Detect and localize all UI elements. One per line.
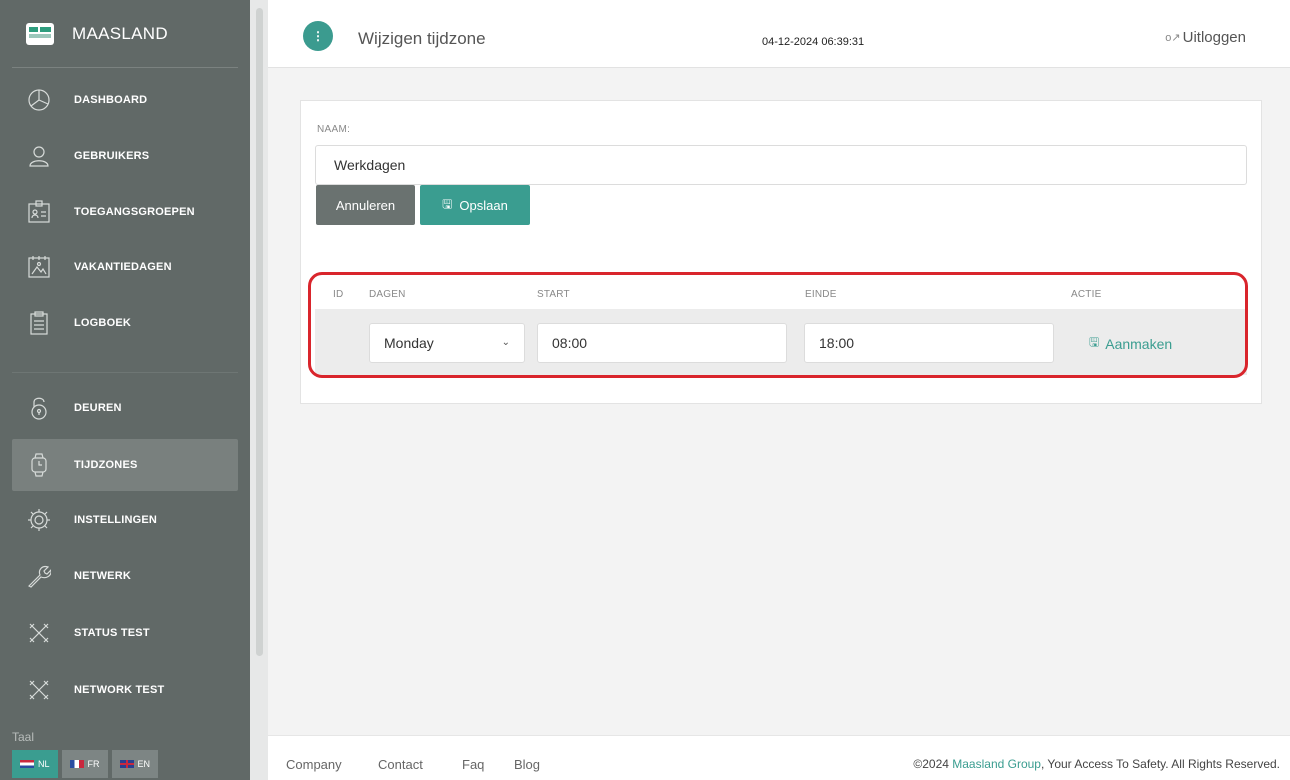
sidebar-item-network-test[interactable]: NETWORK TEST [12,664,238,716]
sidebar-item-logboek[interactable]: LOGBOEK [12,297,238,349]
language-fr-button[interactable]: FR [61,750,108,778]
footer: Company Contact Faq Blog ©2024 Maasland … [268,735,1290,780]
day-select[interactable]: Monday ⌄ [369,323,525,363]
sidebar-item-gebruikers[interactable]: GEBRUIKERS [12,130,238,182]
naam-input[interactable]: Werkdagen [315,145,1247,185]
language-en-button[interactable]: EN [111,750,159,778]
tools-icon [26,677,52,703]
copyright: ©2024 Maasland Group, Your Access To Saf… [913,757,1280,771]
cancel-button[interactable]: Annuleren [316,185,415,225]
calendar-icon [26,254,52,280]
sidebar-item-status-test[interactable]: STATUS TEST [12,607,238,659]
footer-link-faq[interactable]: Faq [462,757,484,772]
sidebar-item-label: TIJDZONES [74,459,138,471]
current-datetime: 04-12-2024 06:39:31 [762,36,865,48]
column-header-dagen: DAGEN [369,289,406,300]
naam-label: NAAM: [317,124,351,135]
sidebar-item-label: INSTELLINGEN [74,514,158,526]
sidebar-item-label: NETWORK TEST [74,684,165,696]
language-code: EN [137,759,151,769]
more-vertical-icon: ⋮ [312,29,324,43]
day-select-value: Monday [384,335,434,351]
sidebar-item-label: DEUREN [74,402,122,414]
brand-name: MAASLAND [72,23,168,43]
language-nl-button[interactable]: NL [12,750,58,778]
sidebar-item-label: VAKANTIEDAGEN [74,261,172,273]
column-header-einde: EINDE [805,289,837,300]
footer-link-company[interactable]: Company [286,757,342,772]
end-time-input[interactable]: 18:00 [804,323,1054,363]
start-time-input[interactable]: 08:00 [537,323,787,363]
sidebar: MAASLAND DASHBOARD GEBRUIKERS TOEGANGSGR… [0,0,250,780]
column-header-id: ID [333,289,344,300]
table-row: Monday ⌄ 08:00 18:00 🖫 Aanmaken [315,309,1247,375]
fr-flag-icon [69,760,84,768]
language-code: FR [87,759,100,769]
aanmaken-label: Aanmaken [1105,335,1173,352]
sidebar-item-label: STATUS TEST [74,627,150,639]
sidebar-item-instellingen[interactable]: INSTELLINGEN [12,494,238,546]
copyright-suffix: , Your Access To Safety. All Rights Rese… [1040,757,1280,771]
copyright-prefix: ©2024 [913,757,953,771]
wrench-icon [26,563,52,589]
column-header-start: START [537,289,570,300]
sidebar-item-netwerk[interactable]: NETWERK [12,550,238,602]
brand[interactable]: MAASLAND [12,0,238,68]
maasland-group-link[interactable]: Maasland Group [952,757,1041,771]
language-code: NL [38,759,50,769]
footer-link-blog[interactable]: Blog [514,757,540,772]
language-label: Taal [12,730,35,744]
save-button-label: Opslaan [459,197,508,213]
logout-label: Uitloggen [1182,29,1246,46]
page-title: Wijzigen tijdzone [358,29,486,48]
menu-toggle-button[interactable]: ⋮ [303,21,333,51]
badge-icon [26,199,52,225]
column-header-actie: ACTIE [1071,289,1102,300]
timezone-form-card: NAAM: Werkdagen Annuleren 🖫 Opslaan ID D… [300,100,1262,404]
sidebar-divider [12,372,238,373]
sidebar-item-vakantiedagen[interactable]: VAKANTIEDAGEN [12,241,238,293]
aanmaken-button[interactable]: 🖫 Aanmaken [1089,333,1172,354]
floppy-disk-icon: 🖫 [442,196,453,211]
clipboard-icon [26,310,52,336]
sidebar-item-tijdzones[interactable]: TIJDZONES [12,439,238,491]
maasland-logo-icon [26,22,54,45]
nl-flag-icon [20,760,34,768]
logout-button[interactable]: o↗ Uitloggen [1165,29,1246,46]
footer-link-contact[interactable]: Contact [378,757,423,772]
chart-pie-icon [26,87,52,113]
header: ⋮ Wijzigen tijdzone 04-12-2024 06:39:31 … [268,0,1290,68]
key-icon: o↗ [1165,32,1181,44]
sidebar-scrollbar[interactable] [256,8,263,656]
table-header: ID DAGEN START EINDE ACTIE [315,281,1247,309]
user-icon [26,143,52,169]
watch-icon [26,452,52,478]
sidebar-item-label: DASHBOARD [74,94,148,106]
floppy-disk-icon: 🖫 [1089,335,1100,349]
gear-icon [26,507,52,533]
tools-icon [26,620,52,646]
sidebar-item-dashboard[interactable]: DASHBOARD [12,74,238,126]
sidebar-item-label: GEBRUIKERS [74,150,150,162]
sidebar-item-label: TOEGANGSGROEPEN [74,206,195,218]
sidebar-item-label: NETWERK [74,570,132,582]
sidebar-item-label: LOGBOEK [74,317,132,329]
save-button[interactable]: 🖫 Opslaan [420,185,530,225]
sidebar-item-deuren[interactable]: DEUREN [12,382,238,434]
uk-flag-icon [119,760,134,768]
chevron-down-icon: ⌄ [501,337,510,348]
sidebar-item-toegangsgroepen[interactable]: TOEGANGSGROEPEN [12,186,238,238]
lock-icon [26,395,52,421]
language-switcher: NL FR EN [12,750,162,778]
